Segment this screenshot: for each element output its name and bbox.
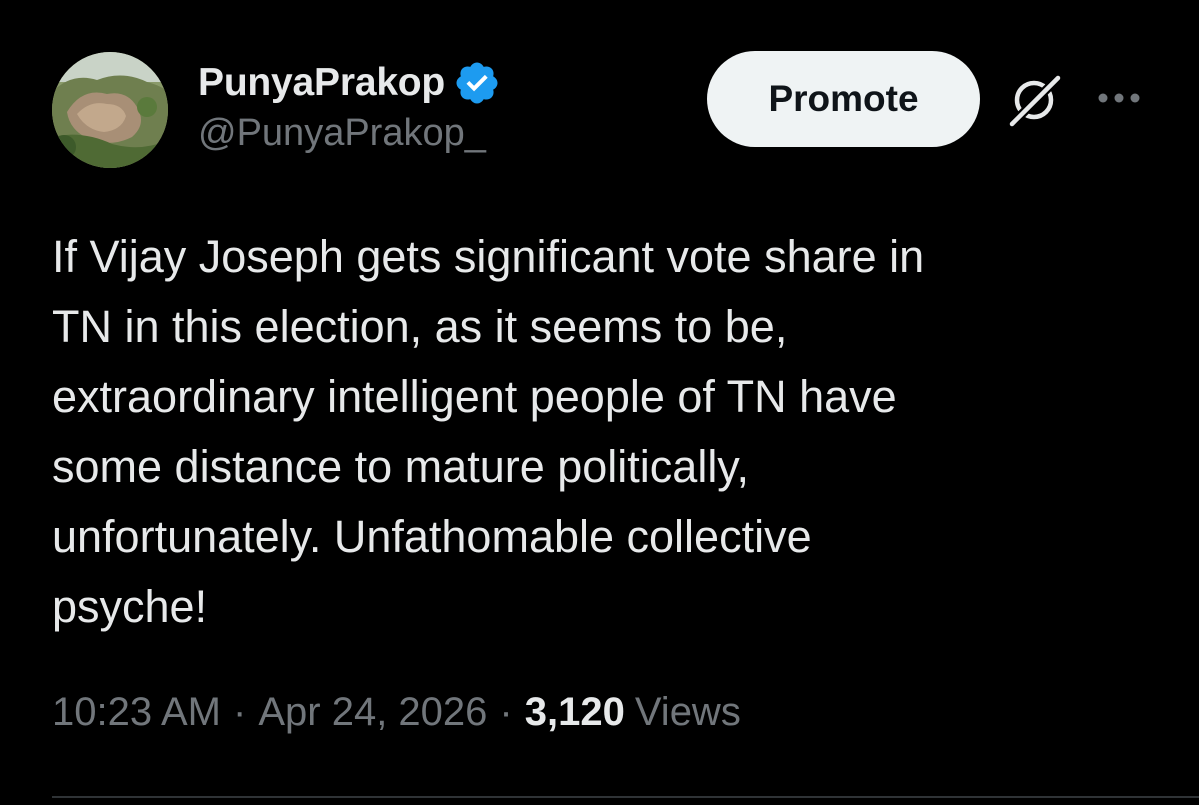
divider bbox=[52, 796, 1199, 798]
tweet-text-line: some distance to mature politically, bbox=[52, 441, 749, 492]
tweet-text-line: unfortunately. Unfathomable collective bbox=[52, 511, 812, 562]
author-name-row: PunyaPrakop bbox=[198, 58, 501, 108]
tweet-meta: 10:23 AM · Apr 24, 2026 · 3,120 Views bbox=[52, 690, 741, 735]
meta-separator: · bbox=[233, 690, 247, 734]
landscape-rock-avatar-icon bbox=[52, 52, 168, 168]
promote-button[interactable]: Promote bbox=[707, 51, 980, 147]
views-count[interactable]: 3,120 bbox=[525, 690, 625, 735]
tweet-text: If Vijay Joseph gets significant vote sh… bbox=[52, 222, 1152, 642]
avatar[interactable] bbox=[52, 52, 168, 168]
verified-badge-icon[interactable] bbox=[453, 59, 501, 107]
tweet-text-line: extraordinary intelligent people of TN h… bbox=[52, 371, 897, 422]
tweet-text-line: If Vijay Joseph gets significant vote sh… bbox=[52, 231, 925, 282]
tweet-date[interactable]: Apr 24, 2026 bbox=[258, 690, 487, 735]
author-display-name[interactable]: PunyaPrakop bbox=[198, 61, 445, 105]
grok-icon[interactable] bbox=[1004, 70, 1064, 130]
more-dots-icon[interactable] bbox=[1095, 88, 1143, 108]
author-handle[interactable]: @PunyaPrakop_ bbox=[198, 112, 486, 155]
meta-separator: · bbox=[499, 690, 513, 734]
tweet-time[interactable]: 10:23 AM bbox=[52, 690, 221, 735]
views-label[interactable]: Views bbox=[635, 690, 741, 735]
tweet-text-line: psyche! bbox=[52, 581, 208, 632]
tweet-text-line: TN in this election, as it seems to be, bbox=[52, 301, 788, 352]
